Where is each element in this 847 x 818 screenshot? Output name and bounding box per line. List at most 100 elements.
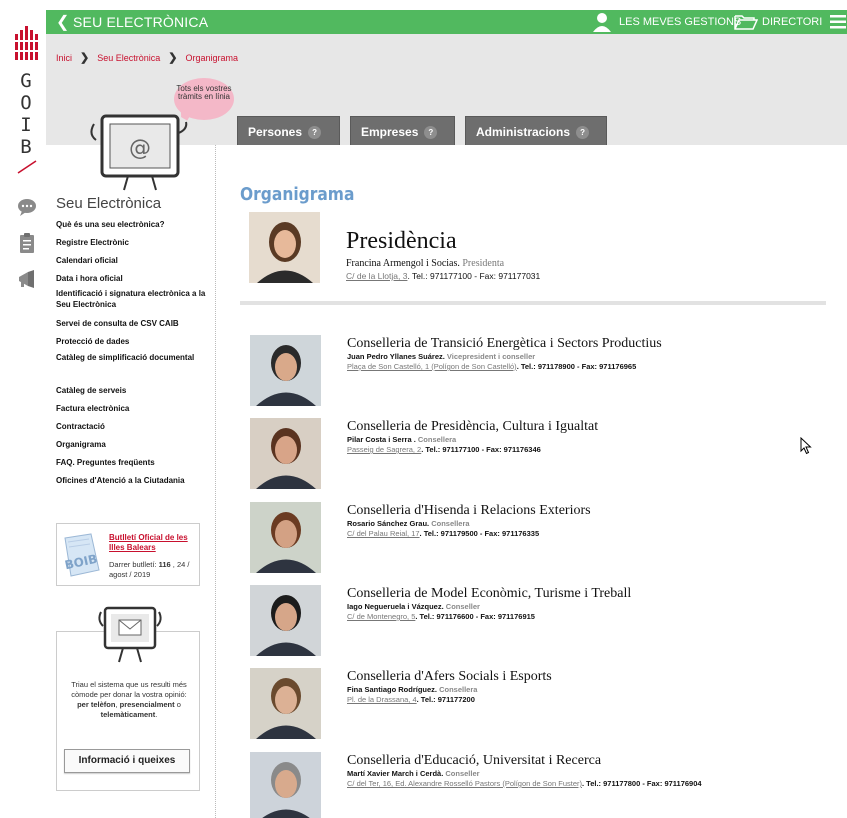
goib-wordmark: G O I B	[16, 70, 36, 158]
sidebar-item-csv[interactable]: Servei de consulta de CSV CAIB	[56, 318, 206, 336]
help-icon[interactable]: ?	[576, 126, 590, 139]
clipboard-icon[interactable]	[16, 232, 38, 254]
department-name[interactable]: Conselleria d'Afers Socials i Esports	[347, 669, 552, 685]
sidebar-item-data-hora[interactable]: Data i hora oficial	[56, 273, 206, 288]
department-name[interactable]: Conselleria de Presidència, Cultura i Ig…	[347, 419, 598, 435]
goib-logo-icon[interactable]	[14, 26, 40, 62]
chevron-right-icon: ❯	[168, 52, 178, 64]
fax-label: - Fax:	[477, 529, 502, 538]
department-name[interactable]: Conselleria d'Educació, Universitat i Re…	[347, 753, 601, 769]
fax-label: - Fax:	[640, 779, 665, 788]
tab-empreses[interactable]: Empreses?	[350, 116, 455, 145]
person-name: Juan Pedro Yllanes Suárez	[347, 352, 443, 361]
tel-value: 971176600	[436, 612, 474, 621]
address-link[interactable]: C/ del Ter, 16, Ed. Alexandre Rosselló P…	[347, 779, 582, 788]
portrait-photo[interactable]	[250, 585, 321, 656]
info-complaints-button[interactable]: Informació i queixes	[64, 749, 190, 773]
chat-icon[interactable]	[16, 196, 38, 218]
boib-document-icon[interactable]: BOIB	[61, 532, 105, 578]
goib-letter: B	[20, 136, 32, 158]
mouse-cursor-icon	[800, 437, 812, 455]
butlleti-number: 116	[158, 560, 171, 569]
sidebar-item-que-es[interactable]: Què és una seu electrònica?	[56, 219, 206, 237]
sidebar-menu: Què és una seu electrònica? Registre Ele…	[56, 219, 206, 499]
hamburger-menu-icon[interactable]	[830, 14, 846, 30]
address-link[interactable]: C/ de la Llotja, 3	[346, 271, 407, 281]
sidebar-item-organigrama[interactable]: Organigrama	[56, 439, 206, 457]
goib-letter: G	[20, 70, 32, 92]
tab-label: Persones	[248, 125, 303, 139]
sidebar-item-simplificacio[interactable]: Catàleg de simplificació documental	[56, 352, 206, 385]
portrait-photo[interactable]	[250, 418, 321, 489]
portrait-photo[interactable]	[250, 335, 321, 406]
department-person: Pilar Costa i Serra . Consellera	[347, 435, 457, 444]
directory-link[interactable]: DIRECTORI	[762, 16, 822, 28]
sidebar-item-proteccio[interactable]: Protecció de dades	[56, 336, 206, 352]
address-link[interactable]: Plaça de Son Castelló, 1 (Polígon de Son…	[347, 362, 517, 371]
portrait-photo[interactable]	[250, 502, 321, 573]
opinion-text: Triau el sistema que us resulti més còmo…	[65, 680, 193, 720]
department-person: Fina Santiago Rodríguez. Consellera	[347, 685, 478, 694]
presidencia-name[interactable]: Presidència	[346, 228, 457, 255]
portrait-photo[interactable]	[249, 212, 320, 283]
department-name[interactable]: Conselleria de Transició Energètica i Se…	[347, 336, 662, 352]
chevron-left-icon[interactable]: ❮	[56, 12, 69, 32]
site-title[interactable]: SEU ELECTRÒNICA	[73, 14, 208, 30]
sidebar-item-faq[interactable]: FAQ. Preguntes freqüents	[56, 457, 206, 475]
brand-strip: G O I B	[0, 0, 46, 818]
fax-value: 971176904	[664, 779, 702, 788]
tab-persones[interactable]: Persones?	[237, 116, 340, 145]
address-link[interactable]: C/ del Palau Reial, 17	[347, 529, 420, 538]
help-icon[interactable]: ?	[424, 126, 438, 139]
person-name: Martí Xavier March i Cerdà	[347, 769, 442, 778]
portrait-photo[interactable]	[250, 668, 321, 739]
department-name[interactable]: Conselleria de Model Econòmic, Turisme i…	[347, 586, 631, 602]
department-contact: Plaça de Son Castelló, 1 (Polígon de Son…	[347, 362, 807, 371]
person-role: Conseller	[445, 769, 480, 778]
sidebar-item-identificacio[interactable]: Identificació i signatura electrònica a …	[56, 288, 206, 318]
department-card: Conselleria d'Hisenda i Relacions Exteri…	[250, 502, 820, 576]
breadcrumb-home[interactable]: Inici	[56, 53, 72, 63]
sidebar: Seu Electrònica Què és una seu electròni…	[46, 145, 216, 818]
department-contact: C/ del Palau Reial, 17. Tel.: 971179500 …	[347, 529, 807, 538]
tel-label: . Tel.:	[415, 612, 437, 621]
portrait-photo[interactable]	[250, 752, 321, 818]
my-procedures-link[interactable]: LES MEVES GESTIONS	[619, 16, 741, 28]
address-link[interactable]: Passeig de Sagrera, 2	[347, 445, 421, 454]
sidebar-item-registre[interactable]: Registre Electrònic	[56, 237, 206, 255]
breadcrumb-seu[interactable]: Seu Electrònica	[97, 53, 160, 63]
tab-administracions[interactable]: Administracions?	[465, 116, 607, 145]
sidebar-item-calendari[interactable]: Calendari oficial	[56, 255, 206, 273]
butlleti-title[interactable]: Butlletí Oficial de les Illes Balears	[109, 533, 195, 553]
sidebar-title: Seu Electrònica	[56, 195, 162, 212]
megaphone-icon[interactable]	[16, 268, 38, 290]
fax-label: - Fax:	[471, 271, 499, 281]
tel-value: 971178900	[537, 362, 575, 371]
top-bar: ❮ SEU ELECTRÒNICA LES MEVES GESTIONS DIR…	[46, 10, 847, 34]
butlleti-box[interactable]: BOIB Butlletí Oficial de les Illes Balea…	[56, 523, 200, 586]
folder-icon[interactable]	[734, 14, 758, 30]
opinion-option: per telèfon	[77, 700, 116, 709]
sidebar-item-factura[interactable]: Factura electrònica	[56, 403, 206, 421]
tel-value: 971177200	[437, 695, 475, 704]
presidencia-person: Francina Armengol i Socias. Presidenta	[346, 258, 505, 269]
main-content: Organigrama Presidència Francina Armengo…	[218, 145, 847, 818]
fax-value: 971176965	[599, 362, 637, 371]
sidebar-item-oficines[interactable]: Oficines d'Atenció a la Ciutadania	[56, 475, 206, 499]
help-icon[interactable]: ?	[308, 126, 322, 139]
address-link[interactable]: C/ de Montenegro, 5	[347, 612, 415, 621]
breadcrumb: Inici ❯ Seu Electrònica ❯ Organigrama	[56, 51, 238, 64]
address-link[interactable]: Pl. de la Drassana, 4	[347, 695, 417, 704]
sidebar-item-contractacio[interactable]: Contractació	[56, 421, 206, 439]
user-icon[interactable]	[591, 12, 613, 32]
tel-value: 971177800	[603, 779, 641, 788]
department-card: Conselleria d'Educació, Universitat i Re…	[250, 752, 820, 818]
breadcrumb-current[interactable]: Organigrama	[186, 53, 239, 63]
butlleti-last: Darrer butlletí: 116 , 24 / agost / 2019	[109, 560, 197, 580]
tel-value: 971179500	[440, 529, 478, 538]
sidebar-item-cataleg-serveis[interactable]: Catàleg de serveis	[56, 385, 206, 403]
department-contact: Passeig de Sagrera, 2. Tel.: 971177100 -…	[347, 445, 807, 454]
department-card: Conselleria de Presidència, Cultura i Ig…	[250, 418, 820, 492]
department-name[interactable]: Conselleria d'Hisenda i Relacions Exteri…	[347, 503, 591, 519]
tel-value: 971177100	[442, 445, 480, 454]
